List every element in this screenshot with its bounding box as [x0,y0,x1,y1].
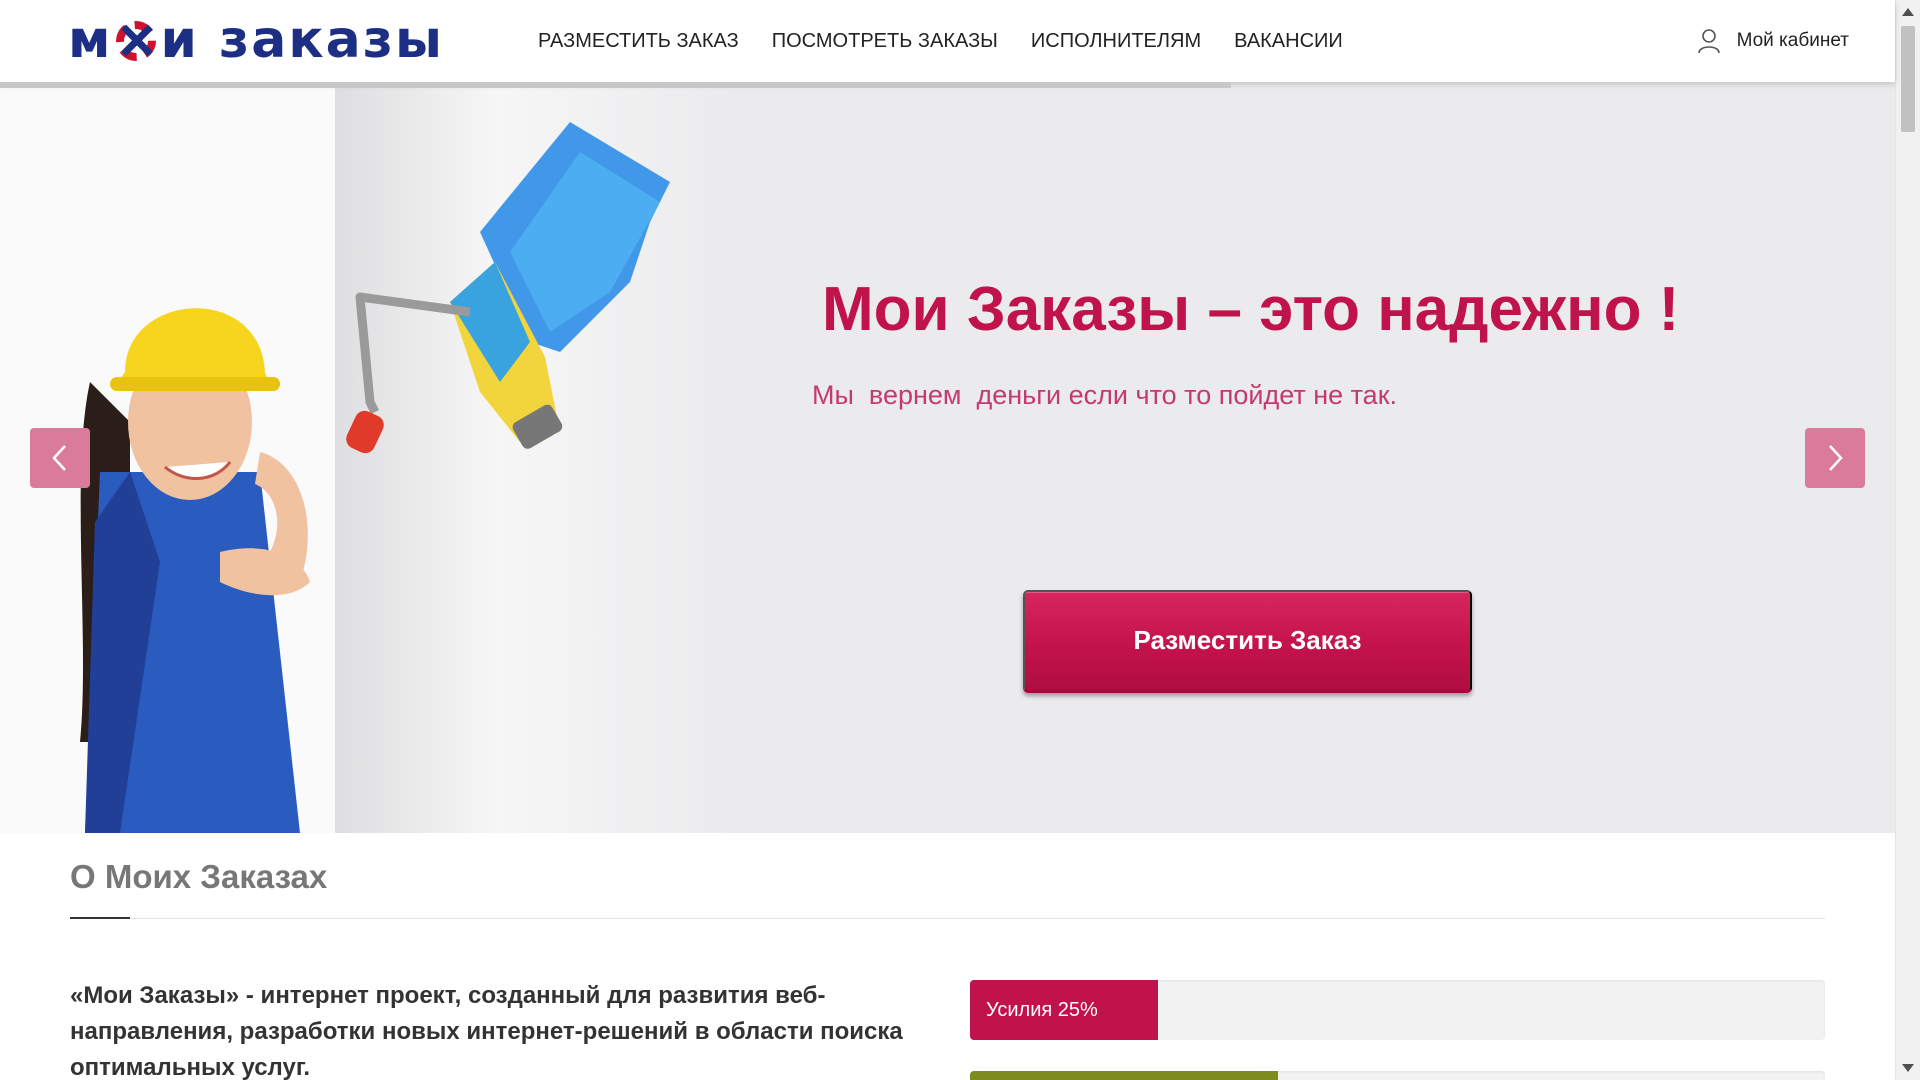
slider-prev-button[interactable] [30,428,90,488]
second-progress-bar [970,1071,1825,1080]
my-cabinet-link[interactable]: Мой кабинет [1697,28,1849,54]
user-icon [1697,29,1720,54]
scroll-down-arrow-icon[interactable] [1902,1064,1914,1072]
slider-next-button[interactable] [1805,428,1865,488]
site-header: м и заказы РАЗМЕСТИТЬ ЗАКАЗ ПОСМОТРЕТЬ З… [0,0,1895,82]
hero-subtitle: Мы вернем деньги если что то пойдет не т… [812,380,1398,410]
site-logo[interactable]: м и заказы [68,10,444,70]
effort-progress-fill: Усилия 25% [970,980,1159,1040]
effort-progress-bar: Усилия 25% [970,980,1825,1040]
logo-text-start: м [68,10,113,70]
chevron-left-icon [52,445,66,471]
nav-vacancies[interactable]: ВАКАНСИИ [1234,30,1343,53]
scrollbar-thumb[interactable] [1901,26,1915,132]
chevron-right-icon [1829,445,1843,471]
about-description: «Мои Заказы» - интернет проект, созданны… [70,982,903,1080]
effort-progress-label: Усилия 25% [986,998,1098,1021]
header-progress-line [0,82,1231,88]
nav-contractors[interactable]: ИСПОЛНИТЕЛЯМ [1031,30,1201,53]
hero-slider: Мои Заказы – это надежно ! Мы вернем ден… [0,82,1895,833]
about-divider [70,918,1825,919]
about-divider-accent [70,917,130,919]
main-nav: РАЗМЕСТИТЬ ЗАКАЗ ПОСМОТРЕТЬ ЗАКАЗЫ ИСПОЛ… [538,30,1376,53]
hero-title: Мои Заказы – это надежно ! [822,275,1680,344]
nav-place-order[interactable]: РАЗМЕСТИТЬ ЗАКАЗ [538,30,739,53]
place-order-button[interactable]: Разместить Заказ [1023,590,1472,693]
gear-logo-icon [114,17,160,63]
scroll-up-arrow-icon[interactable] [1902,8,1914,16]
page-scrollbar[interactable] [1895,0,1920,1080]
logo-text-end: и заказы [160,10,444,70]
second-progress-fill [970,1071,1278,1080]
about-section-title: О Моих Заказах [70,858,328,895]
nav-view-orders[interactable]: ПОСМОТРЕТЬ ЗАКАЗЫ [772,30,998,53]
my-cabinet-label: Мой кабинет [1736,30,1849,51]
worker-woman-image [80,308,310,833]
